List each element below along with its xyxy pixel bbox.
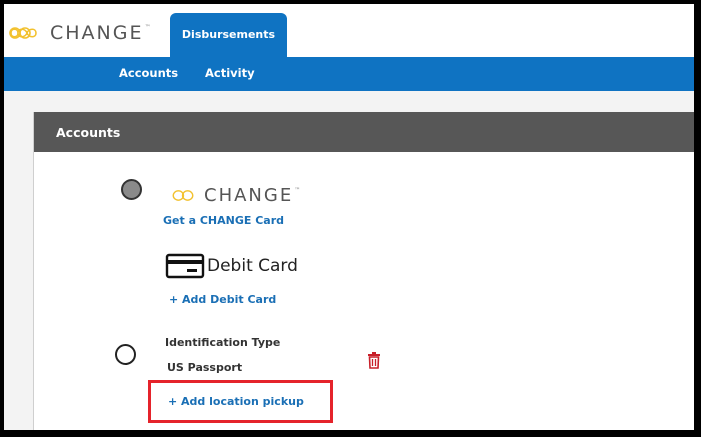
- debit-card-option: Debit Card: [165, 252, 298, 280]
- app-window: CHANGE ™ Disbursements Accounts Activity…: [4, 4, 694, 430]
- debit-card-label: Debit Card: [207, 256, 298, 276]
- add-location-pickup-link[interactable]: + Add location pickup: [168, 395, 304, 408]
- identification-type-value: US Passport: [167, 361, 243, 374]
- identification-radio[interactable]: [115, 344, 136, 365]
- infinity-icon: [9, 27, 37, 39]
- location-pickup-highlight: + Add location pickup: [148, 380, 333, 423]
- top-header: CHANGE ™ Disbursements: [4, 4, 694, 57]
- identification-type-label: Identification Type: [165, 336, 281, 349]
- subnav-item-accounts[interactable]: Accounts: [119, 66, 178, 80]
- panel-title: Accounts: [34, 112, 694, 152]
- logo-trademark: ™: [144, 24, 151, 31]
- subnav-item-activity[interactable]: Activity: [205, 66, 255, 80]
- change-card-radio[interactable]: [121, 179, 142, 200]
- change-logo[interactable]: CHANGE ™: [8, 22, 151, 44]
- trash-icon[interactable]: [367, 352, 381, 369]
- tab-disbursements[interactable]: Disbursements: [170, 13, 287, 57]
- sub-navigation: Accounts Activity: [4, 57, 694, 91]
- accounts-panel: Accounts CHANGE ™ Get a CHANGE Card Debi…: [33, 112, 694, 430]
- change-card-logo: CHANGE ™: [166, 184, 301, 206]
- logo-text: CHANGE: [50, 22, 144, 44]
- infinity-icon: [172, 189, 194, 201]
- change-card-logo-trademark: ™: [294, 187, 301, 194]
- add-debit-card-link[interactable]: + Add Debit Card: [169, 293, 276, 306]
- credit-card-icon: [165, 253, 205, 279]
- get-change-card-link[interactable]: Get a CHANGE Card: [163, 214, 284, 227]
- change-card-logo-text: CHANGE: [204, 184, 294, 206]
